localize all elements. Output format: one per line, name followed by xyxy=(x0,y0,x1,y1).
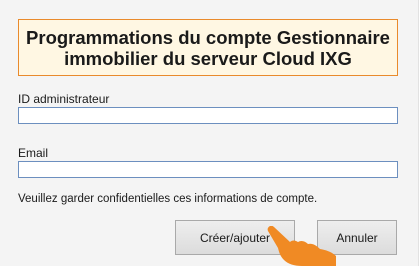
admin-id-label: ID administrateur xyxy=(18,92,110,106)
create-add-button-label: Créer/ajouter xyxy=(199,230,271,245)
cancel-button-label: Annuler xyxy=(336,230,378,245)
dialog-title: Programmations du compte Gestionnaire im… xyxy=(18,19,398,76)
create-add-button[interactable]: Créer/ajouter xyxy=(175,220,295,255)
email-label: Email xyxy=(18,146,49,160)
confidentiality-note: Veuillez garder confidentielles ces info… xyxy=(18,193,318,205)
cancel-button[interactable]: Annuler xyxy=(317,220,397,255)
account-dialog: Programmations du compte Gestionnaire im… xyxy=(0,0,419,266)
dialog-title-line2: immobilier du serveur Cloud IXG xyxy=(64,47,352,69)
email-input[interactable] xyxy=(18,161,398,178)
dialog-title-line1: Programmations du compte Gestionnaire xyxy=(26,26,390,48)
admin-id-input[interactable] xyxy=(18,107,398,124)
